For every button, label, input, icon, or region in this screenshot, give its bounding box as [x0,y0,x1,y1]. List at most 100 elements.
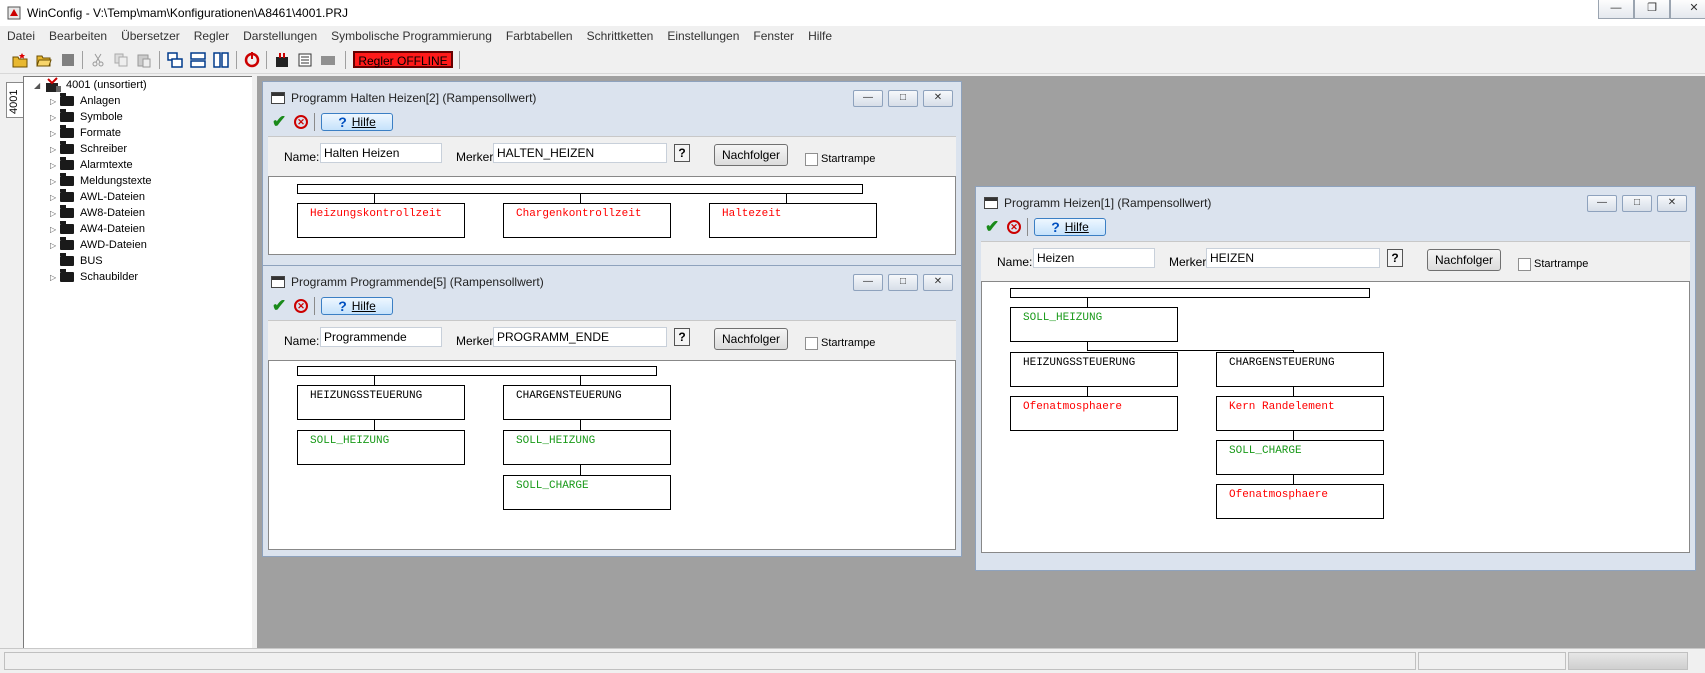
name-input[interactable]: Halten Heizen [320,143,442,163]
merker-lookup-button[interactable]: ? [674,144,690,162]
new-project-icon[interactable] [12,52,28,68]
name-input[interactable]: Programmende [320,327,442,347]
menu-darstellungen[interactable]: Darstellungen [236,26,324,47]
menu-einstellungen[interactable]: Einstellungen [660,26,746,47]
minimize-button[interactable]: — [853,90,883,107]
flow-box[interactable]: CHARGENSTEUERUNG [503,385,671,420]
cancel-icon[interactable]: ✕ [1007,220,1021,234]
tree-item-awl-dateien[interactable]: ▷ AWL-Dateien [50,189,145,205]
expand-triangle-icon[interactable]: ▷ [50,129,60,138]
confirm-check-icon[interactable]: ✔ [272,112,290,132]
tree-item-anlagen[interactable]: ▷ Anlagen [50,93,120,109]
maximize-button[interactable]: □ [888,90,918,107]
tree-item-schaubilder[interactable]: ▷ Schaubilder [50,269,138,285]
merker-input[interactable]: HALTEN_HEIZEN [493,143,667,163]
cut-icon[interactable] [90,52,106,68]
refresh-icon[interactable] [244,52,260,68]
startrampe-checkbox[interactable] [1518,258,1531,271]
expand-triangle-icon[interactable]: ▷ [50,145,60,154]
tree-item-awd-dateien[interactable]: ▷ AWD-Dateien [50,237,147,253]
collapse-triangle-icon[interactable]: ◢ [34,81,44,90]
tree-item-formate[interactable]: ▷ Formate [50,125,121,141]
name-input[interactable]: Heizen [1033,248,1155,268]
close-button[interactable]: ✕ [923,274,953,291]
close-button[interactable]: ✕ [923,90,953,107]
nachfolger-button[interactable]: Nachfolger [714,328,788,350]
help-button[interactable]: ? Hilfe [1034,218,1106,236]
menu-regler[interactable]: Regler [187,26,236,47]
minimize-button[interactable]: — [853,274,883,291]
tree-item-aw4-dateien[interactable]: ▷ AW4-Dateien [50,221,145,237]
tree-item-schreiber[interactable]: ▷ Schreiber [50,141,127,157]
help-button[interactable]: ? Hilfe [321,297,393,315]
disabled-tool-icon[interactable] [320,52,336,68]
flow-box[interactable]: Ofenatmosphaere [1216,484,1384,519]
help-button[interactable]: ? Hilfe [321,113,393,131]
cancel-icon[interactable]: ✕ [294,115,308,129]
maximize-button[interactable]: □ [888,274,918,291]
confirm-check-icon[interactable]: ✔ [985,217,1003,237]
controller-status-indicator[interactable]: Regler OFFLINE [353,51,453,68]
flow-box[interactable]: SOLL_HEIZUNG [1010,307,1178,342]
expand-triangle-icon[interactable]: ▷ [50,241,60,250]
save-icon[interactable] [60,52,76,68]
menu-farbtabellen[interactable]: Farbtabellen [499,26,580,47]
merker-lookup-button[interactable]: ? [674,328,690,346]
tile-horizontal-icon[interactable] [190,52,206,68]
tree-item-symbole[interactable]: ▷ Symbole [50,109,123,125]
open-folder-icon[interactable] [36,52,52,68]
cascade-windows-icon[interactable] [167,52,183,68]
flow-box[interactable]: SOLL_CHARGE [503,475,671,510]
tree-item-alarmtexte[interactable]: ▷ Alarmtexte [50,157,133,173]
flow-box[interactable]: CHARGENSTEUERUNG [1216,352,1384,387]
menu-datei[interactable]: Datei [0,26,42,47]
menu-uebersetzer[interactable]: Übersetzer [114,26,187,47]
expand-triangle-icon[interactable]: ▷ [50,161,60,170]
window-titlebar[interactable]: Programm Halten Heizen[2] (Rampensollwer… [271,91,536,105]
confirm-check-icon[interactable]: ✔ [272,296,290,316]
expand-triangle-icon[interactable]: ▷ [50,209,60,218]
startrampe-checkbox[interactable] [805,153,818,166]
menu-bearbeiten[interactable]: Bearbeiten [42,26,114,47]
expand-triangle-icon[interactable]: ▷ [50,177,60,186]
close-button[interactable]: ✕ [1657,195,1687,212]
flow-box[interactable]: HEIZUNGSSTEUERUNG [297,385,465,420]
controller-icon[interactable] [274,52,290,68]
list-icon[interactable] [297,52,313,68]
merker-input[interactable]: HEIZEN [1206,248,1380,268]
flow-box[interactable]: Ofenatmosphaere [1010,396,1178,431]
window-titlebar[interactable]: Programm Programmende[5] (Rampensollwert… [271,275,544,289]
paste-icon[interactable] [136,52,152,68]
tree-root[interactable]: ◢ 4001 (unsortiert) [34,77,147,93]
close-button[interactable]: ✕ [1670,0,1705,19]
merker-input[interactable]: PROGRAMM_ENDE [493,327,667,347]
flow-box[interactable]: SOLL_HEIZUNG [297,430,465,465]
flow-box[interactable]: Kern Randelement [1216,396,1384,431]
tree-item-aw8-dateien[interactable]: ▷ AW8-Dateien [50,205,145,221]
minimize-button[interactable]: — [1598,0,1634,19]
window-titlebar[interactable]: Programm Heizen[1] (Rampensollwert) [984,196,1211,210]
maximize-button[interactable]: ❐ [1634,0,1670,19]
minimize-button[interactable]: — [1587,195,1617,212]
expand-triangle-icon[interactable]: ▷ [50,113,60,122]
expand-triangle-icon[interactable]: ▷ [50,97,60,106]
maximize-button[interactable]: □ [1622,195,1652,212]
copy-icon[interactable] [113,52,129,68]
tree-item-meldungstexte[interactable]: ▷ Meldungstexte [50,173,152,189]
flow-box[interactable]: HEIZUNGSSTEUERUNG [1010,352,1178,387]
merker-lookup-button[interactable]: ? [1387,249,1403,267]
menu-hilfe[interactable]: Hilfe [801,26,839,47]
expand-triangle-icon[interactable]: ▷ [50,193,60,202]
tree-item-bus[interactable]: BUS [50,253,103,269]
project-tab[interactable]: 4001 [6,82,24,118]
flow-box[interactable]: SOLL_CHARGE [1216,440,1384,475]
expand-triangle-icon[interactable]: ▷ [50,225,60,234]
cancel-icon[interactable]: ✕ [294,299,308,313]
flow-box[interactable]: SOLL_HEIZUNG [503,430,671,465]
menu-fenster[interactable]: Fenster [746,26,801,47]
flow-box[interactable]: Haltezeit [709,203,877,238]
flow-box[interactable]: Heizungskontrollzeit [297,203,465,238]
expand-triangle-icon[interactable]: ▷ [50,273,60,282]
flow-box[interactable]: Chargenkontrollzeit [503,203,671,238]
nachfolger-button[interactable]: Nachfolger [1427,249,1501,271]
